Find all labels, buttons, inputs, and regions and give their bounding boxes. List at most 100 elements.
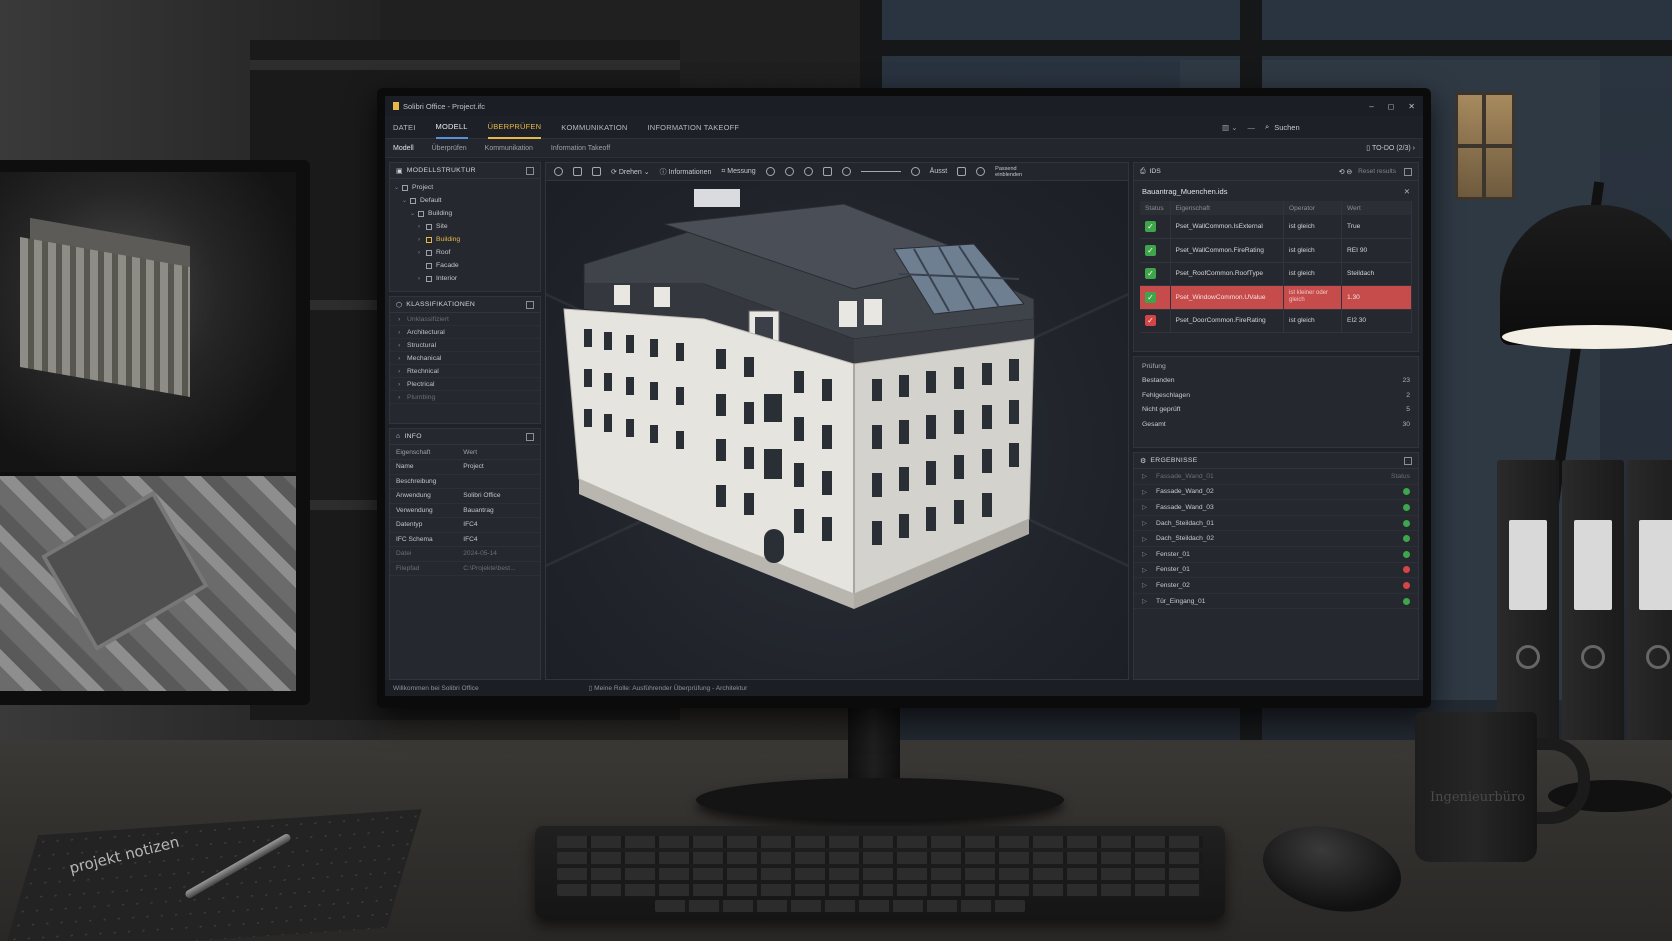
col-operator[interactable]: Operator (1283, 201, 1342, 215)
tree-item-facade[interactable]: Facade (394, 259, 536, 272)
result-item[interactable]: ▷ Fenster_01 (1134, 547, 1418, 563)
close-file-icon[interactable]: ✕ (1404, 187, 1410, 196)
tree-item-default[interactable]: ⌄ Default (394, 194, 536, 207)
tree-item-building[interactable]: ⌄ Building (394, 207, 536, 220)
info-row[interactable]: Beschreibung (390, 474, 540, 489)
search-view-icon[interactable] (976, 167, 986, 176)
information-button[interactable]: ⓘ Informationen (660, 167, 712, 177)
info-row[interactable]: Name Project (390, 459, 540, 475)
ids-file-row: Bauantrag_Muenchen.ids ✕ (1134, 181, 1418, 201)
info-row[interactable]: Verwendung Bauantrag (390, 503, 540, 518)
more-icon[interactable]: — (1248, 123, 1256, 132)
col-value[interactable]: Wert (1341, 201, 1412, 215)
result-item[interactable]: ▷ Dach_Steildach_02 (1134, 531, 1418, 547)
menu-ueberpruefen[interactable]: ÜBERPRÜFEN (487, 116, 542, 139)
rotate-button[interactable]: ⟳ Drehen ⌄ (611, 168, 650, 176)
select-box-icon[interactable] (573, 167, 582, 176)
ids-row[interactable]: ✓ Pset_DoorCommon.FireRating ist gleich EI2… (1140, 309, 1412, 333)
result-item[interactable]: ▷ Fassade_Wand_02 (1134, 485, 1418, 501)
fit-button[interactable]: Passend einblenden (995, 166, 1022, 178)
col-property[interactable]: Eigenschaft (1170, 201, 1284, 215)
zoom-in-icon[interactable] (765, 167, 775, 176)
menu-kommunikation[interactable]: KOMMUNIKATION (561, 117, 627, 138)
model-structure-title: MODELLSTRUKTUR (406, 167, 476, 174)
measure-button[interactable]: ⌗ Messung (721, 168, 755, 176)
zoom-plus-icon[interactable] (910, 167, 920, 176)
info-row[interactable]: Datei 2024-05-14 (390, 546, 540, 562)
panel-options-icon[interactable] (526, 300, 534, 309)
menu-datei[interactable]: DATEI (393, 117, 416, 138)
tree-item-interior[interactable]: › Interior (394, 272, 536, 285)
todo-label: TO-DO (2/3) (1371, 145, 1411, 152)
left-sidebar: ▣ MODELLSTRUKTUR ⌄ Project ⌄ Default ⌄ Buil… (389, 162, 541, 680)
panel-options-icon[interactable] (1404, 456, 1412, 465)
result-item[interactable]: ▷ Dach_Steildach_01 (1134, 516, 1418, 532)
ids-file-name: Bauantrag_Muenchen.ids (1142, 186, 1228, 196)
result-item[interactable]: ▷ Fassade_Wand_03 (1134, 500, 1418, 516)
tab-information-takeoff[interactable]: Information Takeoff (551, 145, 610, 152)
result-item[interactable]: ▷ Fassade_Wand_01 Status (1134, 469, 1418, 485)
todo-button[interactable]: ▯ TO-DO (2/3) › (1366, 144, 1415, 152)
mug-label: Ingenieurbüro (1430, 790, 1526, 805)
tab-modell[interactable]: Modell (393, 145, 414, 152)
coffee-mug (1415, 712, 1537, 862)
maximize-icon[interactable]: ◻ (1388, 102, 1395, 111)
search-icon: ⌕ (1265, 122, 1270, 131)
info-row[interactable]: Anwendung Solibri Office (390, 488, 540, 504)
result-item[interactable]: ▷ Fenster_02 (1134, 578, 1418, 594)
minimize-icon[interactable]: – (1369, 102, 1373, 111)
classification-rtechnical[interactable]: › Rtechnical (390, 365, 540, 378)
classification-plumbing[interactable]: › Plumbing (390, 391, 540, 404)
info-row[interactable]: IFC Schema IFC4 (390, 532, 540, 547)
zoom-out-icon[interactable] (784, 167, 794, 176)
close-icon[interactable]: ✕ (1408, 102, 1415, 111)
layout-icon[interactable]: ▥ ⌄ (1222, 123, 1237, 132)
tree-item-roof[interactable]: › Roof (394, 246, 536, 259)
results-title: ERGEBNISSE (1150, 457, 1198, 464)
zoom-minus-icon[interactable] (841, 167, 851, 176)
view-mode-icon[interactable] (592, 167, 601, 176)
ids-icon: ⎙ (1140, 167, 1146, 175)
result-item[interactable]: ▷ Fenster_01 (1134, 563, 1418, 579)
reset-results-button[interactable]: Reset results (1358, 168, 1396, 175)
menu-information-takeoff[interactable]: INFORMATION TAKEOFF (647, 117, 739, 138)
tree-item-project[interactable]: ⌄ Project (394, 181, 536, 194)
result-item[interactable]: ▷ Tür_Eingang_01 (1134, 594, 1418, 610)
tree-item-site[interactable]: › Site (394, 220, 536, 233)
zoom-window-icon[interactable] (803, 167, 813, 176)
3d-viewport[interactable]: ⟳ Drehen ⌄ ⓘ Informationen ⌗ Messung Äus… (545, 162, 1129, 680)
model-structure-panel: ▣ MODELLSTRUKTUR ⌄ Project ⌄ Default ⌄ Buil… (389, 162, 541, 292)
zoom-slider[interactable] (860, 171, 901, 172)
tab-kommunikation[interactable]: Kommunikation (485, 145, 533, 152)
reset-view-button[interactable]: Äusst (930, 168, 948, 175)
classification-mechanical[interactable]: › Mechanical (390, 352, 540, 365)
fit-view-icon[interactable] (822, 167, 832, 176)
binder (1627, 460, 1672, 750)
classification-architectural[interactable]: › Architectural (390, 326, 540, 339)
menu-modell[interactable]: MODELL (435, 116, 468, 139)
sync-icon[interactable]: ⟲ ⊖ (1339, 168, 1352, 176)
ids-row-failed[interactable]: ✓ Pset_WindowCommon.UValue ist kleiner ode… (1140, 285, 1412, 310)
tree-item-building-selected[interactable]: › Building (394, 233, 536, 246)
lit-window (1455, 92, 1515, 200)
section-icon[interactable] (957, 167, 967, 176)
info-row[interactable]: Filepfad C:\Projekte\best... (390, 561, 540, 576)
search-input[interactable]: ⌕ Suchen (1265, 120, 1415, 134)
info-icon: ⌂ (396, 433, 401, 440)
panel-options-icon[interactable] (526, 432, 534, 441)
col-status[interactable]: Status (1140, 201, 1171, 215)
zoom-search-icon[interactable] (554, 167, 563, 176)
point-cloud-view (0, 172, 296, 472)
sort-status-dropdown[interactable]: Status (1391, 473, 1410, 480)
ids-row[interactable]: ✓ Pset_WallCommon.IsExternal ist gleich Tru… (1140, 215, 1412, 239)
panel-options-icon[interactable] (526, 166, 534, 175)
classification-unclassified[interactable]: › Unklassifiziert (390, 313, 540, 326)
classification-structural[interactable]: › Structural (390, 339, 540, 352)
building-model[interactable] (554, 189, 1074, 619)
tab-ueberpruefen[interactable]: Überprüfen (432, 145, 467, 152)
ids-row[interactable]: ✓ Pset_RoofCommon.RoofType ist gleich Steil… (1140, 262, 1412, 286)
panel-options-icon[interactable] (1404, 167, 1412, 176)
info-row[interactable]: Datentyp IFC4 (390, 517, 540, 533)
classification-plectrical[interactable]: › Plectrical (390, 378, 540, 391)
ids-row[interactable]: ✓ Pset_WallCommon.FireRating ist gleich REI… (1140, 238, 1412, 263)
